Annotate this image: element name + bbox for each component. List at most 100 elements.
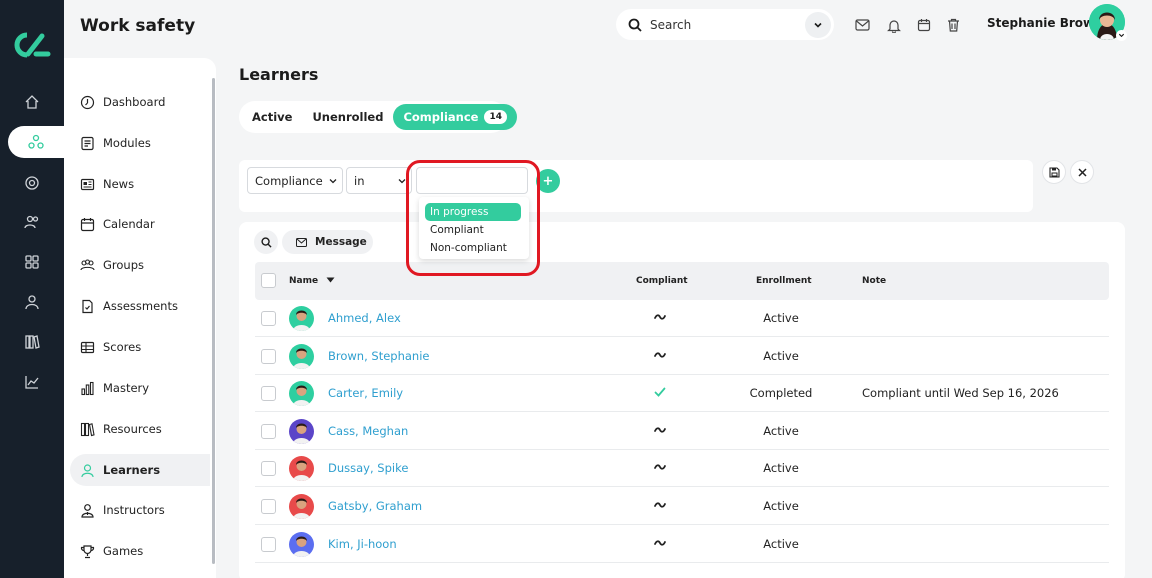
user-name[interactable]: Stephanie Brown [987,16,1103,30]
bell-icon[interactable] [885,16,903,34]
rail-chart-icon[interactable] [0,366,64,398]
in-progress-icon [653,536,667,550]
side-menu: Dashboard Modules News Calendar Groups A… [64,58,216,578]
learner-name-link[interactable]: Dussay, Spike [328,461,408,475]
rail-people-icon[interactable] [0,206,64,238]
table-row[interactable]: Brown, Stephanie Active [255,338,1109,375]
news-icon [80,178,95,190]
search-input[interactable]: Search [650,18,805,32]
resources-icon [80,422,95,436]
row-checkbox[interactable] [261,348,276,364]
row-checkbox[interactable] [261,499,276,514]
column-header-name[interactable]: Name [289,276,335,286]
table-row[interactable]: Cass, Meghan Active [255,413,1109,450]
rail-user-icon[interactable] [0,286,64,318]
sidebar-item-dashboard[interactable]: Dashboard [70,86,210,118]
table-row[interactable]: Kim, Ji-hoon Active [255,526,1109,563]
sidebar-item-calendar[interactable]: Calendar [70,208,210,240]
note-text: Compliant until Wed Sep 16, 2026 [862,386,1059,401]
learner-name-link[interactable]: Gatsby, Graham [328,499,422,513]
filter-field-value: Compliance [255,173,323,188]
app-rail [0,0,64,578]
filter-field-select[interactable]: Compliance [247,167,343,194]
learner-name-link[interactable]: Carter, Emily [328,386,403,400]
sidebar-item-label: Scores [103,340,142,354]
rail-target-icon[interactable] [0,167,64,199]
table-row[interactable]: Ahmed, Alex Active [255,300,1109,337]
sidebar-scrollbar[interactable] [212,78,215,564]
learner-name-link[interactable]: Kim, Ji-hoon [328,537,397,551]
tab-active[interactable]: Active [242,104,302,130]
highlight-box [406,160,540,276]
message-button[interactable]: Message [282,230,373,254]
games-icon [80,544,95,558]
in-progress-icon [653,498,667,512]
table-row[interactable]: Carter, Emily Completed Compliant until We… [255,375,1109,413]
modules-icon [81,136,94,150]
groups-icon [80,258,95,270]
column-header-enrollment[interactable]: Enrollment [756,276,812,286]
table-row[interactable]: Gatsby, Graham Active [255,488,1109,525]
learner-name-link[interactable]: Cass, Meghan [328,424,408,438]
sidebar-item-learners[interactable]: Learners [70,454,210,486]
select-all-checkbox[interactable] [261,273,276,288]
avatar [289,494,314,519]
sidebar-item-scores[interactable]: Scores [70,331,210,363]
learner-name-link[interactable]: Ahmed, Alex [328,311,401,325]
sidebar-item-mastery[interactable]: Mastery [70,372,210,404]
sidebar-item-groups[interactable]: Groups [70,249,210,281]
search-box[interactable]: Search [616,9,834,40]
sidebar-item-instructors[interactable]: Instructors [70,494,210,526]
sidebar-item-resources[interactable]: Resources [70,413,210,445]
filter-operator-select[interactable]: in [346,167,412,194]
column-header-note[interactable]: Note [862,276,886,286]
sidebar-item-label: Modules [103,136,151,150]
search-icon [628,18,642,32]
row-checkbox[interactable] [261,423,276,439]
trash-icon[interactable] [944,16,962,34]
sidebar-item-assessments[interactable]: Assessments [70,290,210,322]
in-progress-icon [653,423,667,437]
avatar [289,531,314,557]
user-menu-chevron-icon[interactable] [1116,30,1127,41]
mail-icon[interactable] [853,16,871,34]
save-filter-button[interactable] [1042,160,1066,184]
avatar [289,418,314,444]
row-checkbox[interactable] [261,461,276,477]
avatar [289,456,314,482]
table-row[interactable]: Dussay, Spike Active [255,450,1109,488]
learners-table-card: Message Name Compliant Enrollment Note A… [239,222,1125,578]
tab-unenrolled[interactable]: Unenrolled [302,104,393,130]
sidebar-item-label: Resources [103,422,162,436]
in-progress-icon [653,348,667,362]
assessments-icon [82,299,93,313]
app-logo[interactable] [12,30,52,60]
table-search-button[interactable] [254,230,278,254]
page-title: Learners [239,65,319,84]
sort-down-icon [326,277,335,283]
scores-icon [80,341,95,353]
sidebar-item-modules[interactable]: Modules [70,127,210,159]
row-checkbox[interactable] [261,311,276,326]
sidebar-item-label: Games [103,544,144,558]
rail-apps-icon[interactable] [0,246,64,278]
sidebar-item-games[interactable]: Games [70,535,210,567]
clear-filter-button[interactable] [1070,160,1094,184]
row-checkbox[interactable] [261,386,276,402]
sidebar-item-news[interactable]: News [70,168,210,200]
sidebar-item-label: Groups [103,258,145,272]
rail-library-icon[interactable] [0,326,64,358]
rail-home-icon[interactable] [0,86,64,118]
calendar-icon[interactable] [915,16,933,34]
tab-compliance[interactable]: Compliance 14 [393,104,517,130]
column-header-compliant[interactable]: Compliant [636,276,688,286]
dashboard-icon [80,95,95,109]
search-scope-toggle[interactable] [805,11,831,38]
row-checkbox[interactable] [261,536,276,552]
in-progress-icon [653,460,667,474]
message-label: Message [315,236,367,248]
rail-network-icon[interactable] [8,126,64,158]
app-title: Work safety [80,16,196,36]
enrollment-status: Active [763,536,799,551]
learner-name-link[interactable]: Brown, Stephanie [328,349,429,363]
